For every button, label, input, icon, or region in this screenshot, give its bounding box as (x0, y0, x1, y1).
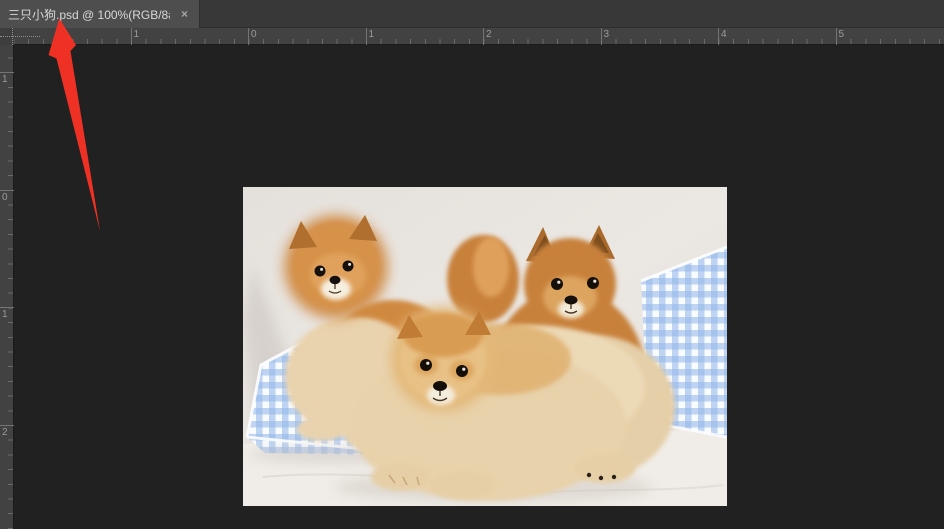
document-tab-title: 三只小狗.psd @ 100%(RGB/8#) (8, 6, 170, 23)
close-icon[interactable]: × (178, 6, 191, 22)
v-ruler-label: 1 (2, 74, 8, 85)
horizontal-ruler[interactable]: 1 0 1 2 3 4 5 (0, 28, 944, 45)
v-ruler-label: 2 (2, 427, 8, 438)
document-tab-bar: 三只小狗.psd @ 100%(RGB/8#) × (0, 0, 944, 28)
h-ruler-label: 1 (369, 29, 375, 40)
h-ruler-major-tick: 0 (248, 28, 249, 45)
photoshop-window: 三只小狗.psd @ 100%(RGB/8#) × 1 0 1 2 3 4 5 1 0 1 2 (0, 0, 944, 529)
h-ruler-major-tick: 1 (131, 28, 132, 45)
h-ruler-major-tick: 2 (483, 28, 484, 45)
ruler-origin-dotted-line-h (0, 36, 40, 37)
h-ruler-label: 2 (486, 29, 492, 40)
h-ruler-major-tick: 5 (836, 28, 837, 45)
v-ruler-major-tick: 1 (0, 307, 14, 308)
h-ruler-major-tick: 4 (718, 28, 719, 45)
h-ruler-major-tick: 1 (366, 28, 367, 45)
v-ruler-major-tick: 2 (0, 425, 14, 426)
h-ruler-label: 1 (134, 29, 140, 40)
v-ruler-major-tick: 1 (0, 72, 14, 73)
v-ruler-label: 0 (2, 192, 8, 203)
h-ruler-label: 5 (839, 29, 845, 40)
h-ruler-label: 4 (721, 29, 727, 40)
canvas-workspace[interactable] (14, 45, 944, 529)
v-ruler-label: 1 (2, 309, 8, 320)
h-ruler-major-tick: 3 (601, 28, 602, 45)
vertical-ruler[interactable]: 1 0 1 2 (0, 45, 14, 529)
h-ruler-label: 3 (604, 29, 610, 40)
ruler-origin-dotted-line-v (12, 28, 13, 45)
v-ruler-major-tick: 0 (0, 190, 14, 191)
document-tab[interactable]: 三只小狗.psd @ 100%(RGB/8#) × (0, 0, 200, 28)
photo-document[interactable] (243, 187, 727, 506)
h-ruler-label: 0 (251, 29, 257, 40)
